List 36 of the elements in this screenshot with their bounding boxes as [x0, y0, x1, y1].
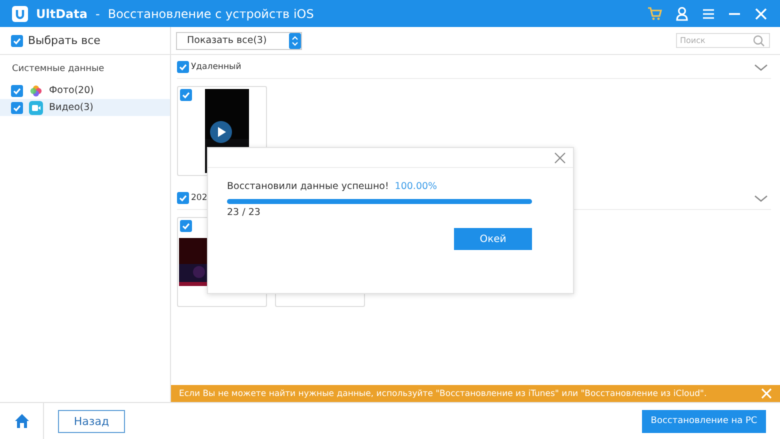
play-icon[interactable]	[210, 121, 232, 143]
checkbox[interactable]	[177, 61, 189, 73]
video-icon	[29, 100, 43, 114]
photos-icon	[29, 84, 43, 98]
select-all-label: Выбрать все	[28, 34, 100, 47]
home-icon[interactable]	[14, 413, 30, 429]
percent-text: 100.00%	[394, 181, 438, 192]
count-text: 23 / 23	[227, 207, 262, 218]
window-title: Восстановление с устройств iOS	[108, 6, 314, 20]
chevron-down-icon[interactable]	[754, 194, 768, 202]
search-field[interactable]: Поиск	[676, 33, 770, 48]
checkbox[interactable]	[11, 102, 23, 114]
sidebar-item[interactable]: Видео(3)	[0, 99, 170, 116]
checkbox[interactable]	[180, 220, 192, 232]
user-icon[interactable]	[675, 6, 689, 21]
search-icon	[753, 35, 765, 47]
section-heading: Системные данные	[11, 63, 106, 76]
status-message: Восстановили данные успешно!	[227, 181, 389, 192]
notice-text: Если Вы не можете найти нужные данные, используйте "Восстановление из iTunes" или "Восстановление из iCloud".	[179, 388, 707, 398]
checkbox[interactable]	[11, 84, 23, 96]
sidebar-item[interactable]: Фото(20)	[0, 82, 170, 99]
app-name: UltData	[36, 6, 88, 20]
spinner-icon	[289, 32, 301, 48]
logo-icon	[12, 6, 28, 22]
checkbox[interactable]	[11, 34, 23, 46]
title-separator: -	[96, 6, 100, 20]
close-icon[interactable]	[554, 152, 566, 164]
filter-dropdown[interactable]: Показать все(3)	[176, 32, 302, 50]
chevron-down-icon[interactable]	[754, 64, 768, 70]
menu-icon[interactable]	[702, 6, 715, 20]
checkbox[interactable]	[177, 192, 189, 204]
checkbox[interactable]	[180, 89, 192, 101]
cart-icon[interactable]	[647, 6, 662, 21]
group-title: 202	[191, 193, 208, 203]
group-title: Удаленный	[191, 62, 242, 72]
back-button[interactable]: Назад	[58, 410, 125, 432]
